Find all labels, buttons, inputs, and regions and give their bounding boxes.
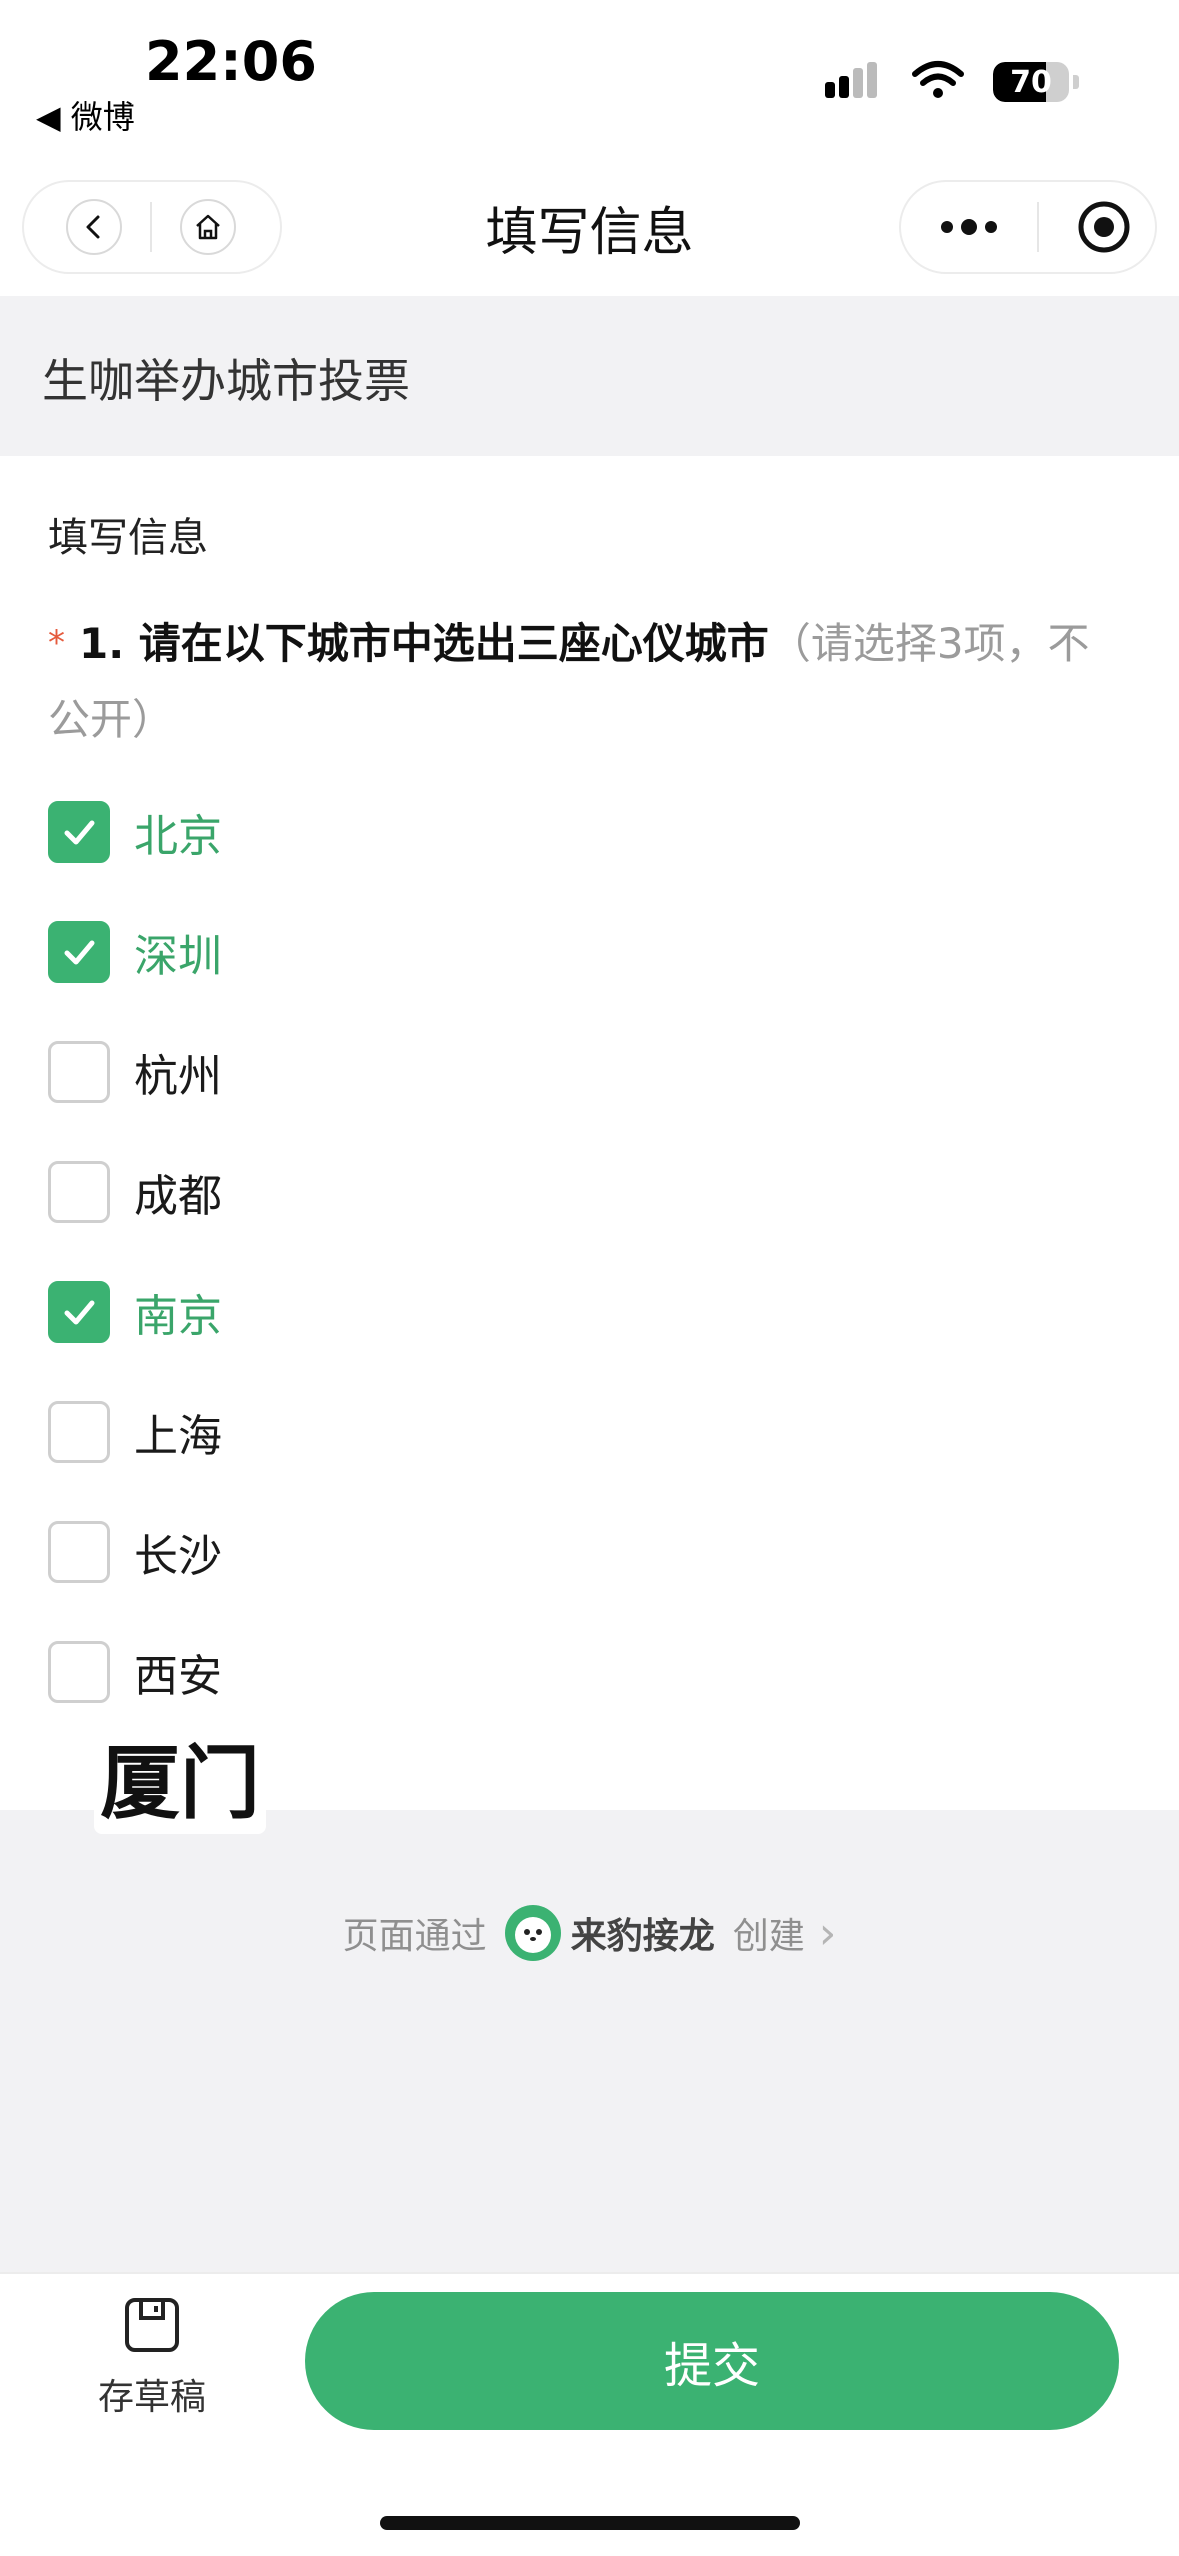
option-item[interactable]: 长沙 bbox=[48, 1517, 648, 1587]
check-icon bbox=[64, 820, 95, 845]
checkbox[interactable] bbox=[48, 1521, 110, 1583]
powered-by-link[interactable]: 页面通过 来豹接龙 创建 › bbox=[0, 1905, 1179, 1961]
wifi-icon bbox=[911, 60, 965, 104]
target-circle-icon bbox=[1078, 201, 1130, 253]
form-title: 生咖举办城市投票 bbox=[42, 354, 410, 408]
home-indicator[interactable] bbox=[380, 2516, 800, 2530]
section-label: 填写信息 bbox=[48, 515, 208, 561]
option-item[interactable]: 成都 bbox=[48, 1157, 648, 1227]
option-item[interactable]: 西安 bbox=[48, 1637, 648, 1707]
option-item[interactable]: 南京 bbox=[48, 1277, 648, 1347]
checkbox[interactable] bbox=[48, 921, 110, 983]
page: 22:06 ◀ 微博 70 填写信息 生咖举办城市投票 填写信息 * 1. 请在… bbox=[0, 0, 1179, 2556]
seal-logo-icon bbox=[504, 1905, 561, 1961]
option-item[interactable]: 深圳 bbox=[48, 917, 648, 987]
checkbox[interactable] bbox=[48, 1401, 110, 1463]
capsule-divider bbox=[1037, 202, 1039, 252]
submit-button[interactable]: 提交 bbox=[305, 2292, 1119, 2430]
cellular-signal-icon bbox=[823, 60, 883, 104]
check-icon bbox=[64, 940, 95, 965]
checkbox[interactable] bbox=[48, 1641, 110, 1703]
save-draft-label: 存草稿 bbox=[97, 2377, 206, 2418]
status-icons: 70 bbox=[823, 60, 1079, 104]
option-label: 西安 bbox=[134, 1651, 222, 1702]
battery-icon: 70 bbox=[993, 62, 1069, 102]
option-label: 杭州 bbox=[134, 1051, 222, 1102]
option-item[interactable]: 上海 bbox=[48, 1397, 648, 1467]
close-miniprogram-button[interactable] bbox=[1077, 200, 1131, 254]
option-label: 北京 bbox=[134, 811, 222, 862]
page-footer-area bbox=[0, 1810, 1179, 2272]
back-to-app-link[interactable]: ◀ 微博 bbox=[36, 92, 135, 138]
battery-level: 70 bbox=[1010, 64, 1052, 100]
question-1: * 1. 请在以下城市中选出三座心仪城市（请选择3项，不公开） bbox=[48, 605, 1108, 758]
option-item[interactable]: 杭州 bbox=[48, 1037, 648, 1107]
option-label: 成都 bbox=[134, 1171, 222, 1222]
option-label: 南京 bbox=[134, 1291, 222, 1342]
check-icon bbox=[64, 1300, 95, 1325]
save-draft-icon bbox=[125, 2298, 179, 2352]
nav-right-capsule bbox=[899, 180, 1157, 274]
more-dots-icon bbox=[941, 219, 997, 235]
checkbox[interactable] bbox=[48, 1281, 110, 1343]
overlay-caption: 厦门 bbox=[94, 1720, 266, 1834]
option-item[interactable]: 北京 bbox=[48, 797, 648, 867]
option-label: 上海 bbox=[134, 1411, 222, 1462]
powered-suffix: 创建 bbox=[732, 1916, 805, 1957]
required-mark: * bbox=[48, 623, 65, 663]
more-button[interactable] bbox=[939, 217, 999, 237]
question-text: 1. 请在以下城市中选出三座心仪城市 bbox=[79, 619, 769, 668]
option-label: 长沙 bbox=[134, 1531, 222, 1582]
checkbox[interactable] bbox=[48, 1041, 110, 1103]
battery-tip bbox=[1073, 75, 1079, 89]
option-label: 深圳 bbox=[134, 931, 222, 982]
chevron-right-icon: › bbox=[818, 1907, 837, 1959]
checkbox[interactable] bbox=[48, 1161, 110, 1223]
checkbox[interactable] bbox=[48, 801, 110, 863]
powered-prefix: 页面通过 bbox=[342, 1916, 487, 1957]
brand-name: 来豹接龙 bbox=[570, 1916, 715, 1957]
save-draft-button[interactable]: 存草稿 bbox=[92, 2296, 212, 2420]
status-time: 22:06 bbox=[145, 30, 317, 93]
